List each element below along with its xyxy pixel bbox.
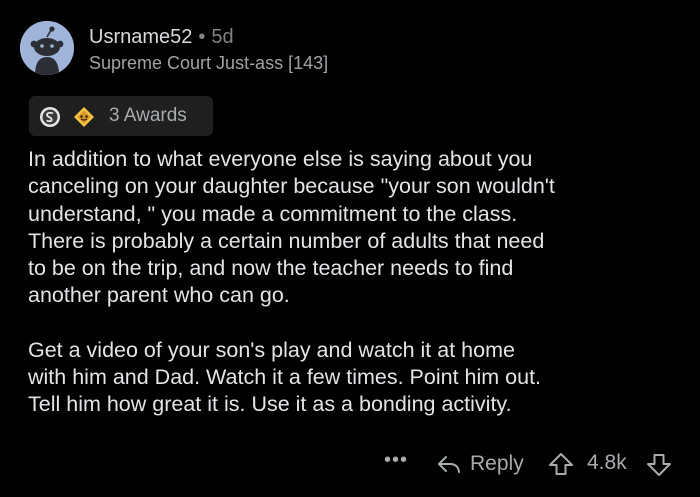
comment-actions: ••• Reply 4.8k: [0, 447, 700, 481]
downvote-arrow-icon[interactable]: [646, 453, 672, 477]
comment-age: 5d: [211, 26, 234, 48]
vote-score: 4.8k: [587, 451, 627, 474]
avatar[interactable]: [20, 21, 74, 75]
snoo-avatar-icon: [20, 21, 74, 75]
username[interactable]: Usrname52: [89, 26, 192, 48]
comment: Usrname52 • 5d Supreme Court Just-ass [143…: [0, 0, 700, 497]
comment-paragraph: Get a video of your son's play and watch…: [28, 337, 542, 417]
awards-label: 3 Awards: [109, 105, 187, 126]
meta-separator: •: [198, 26, 206, 48]
upvote-arrow-icon[interactable]: [548, 452, 574, 476]
reply-label: Reply: [470, 452, 524, 475]
reply-arrow-icon: [438, 456, 460, 473]
awards-badge[interactable]: 3 Awards: [29, 96, 213, 136]
comment-body: In addition to what everyone else is say…: [28, 146, 688, 419]
gold-award-icon: [74, 107, 94, 127]
more-options-button[interactable]: •••: [384, 449, 408, 472]
user-flair: Supreme Court Just-ass [143]: [89, 53, 329, 73]
comment-meta: Usrname52 • 5d: [89, 24, 234, 50]
reply-button[interactable]: Reply: [436, 449, 524, 479]
comment-paragraph: In addition to what everyone else is say…: [28, 147, 555, 308]
silver-award-icon: [40, 107, 60, 127]
